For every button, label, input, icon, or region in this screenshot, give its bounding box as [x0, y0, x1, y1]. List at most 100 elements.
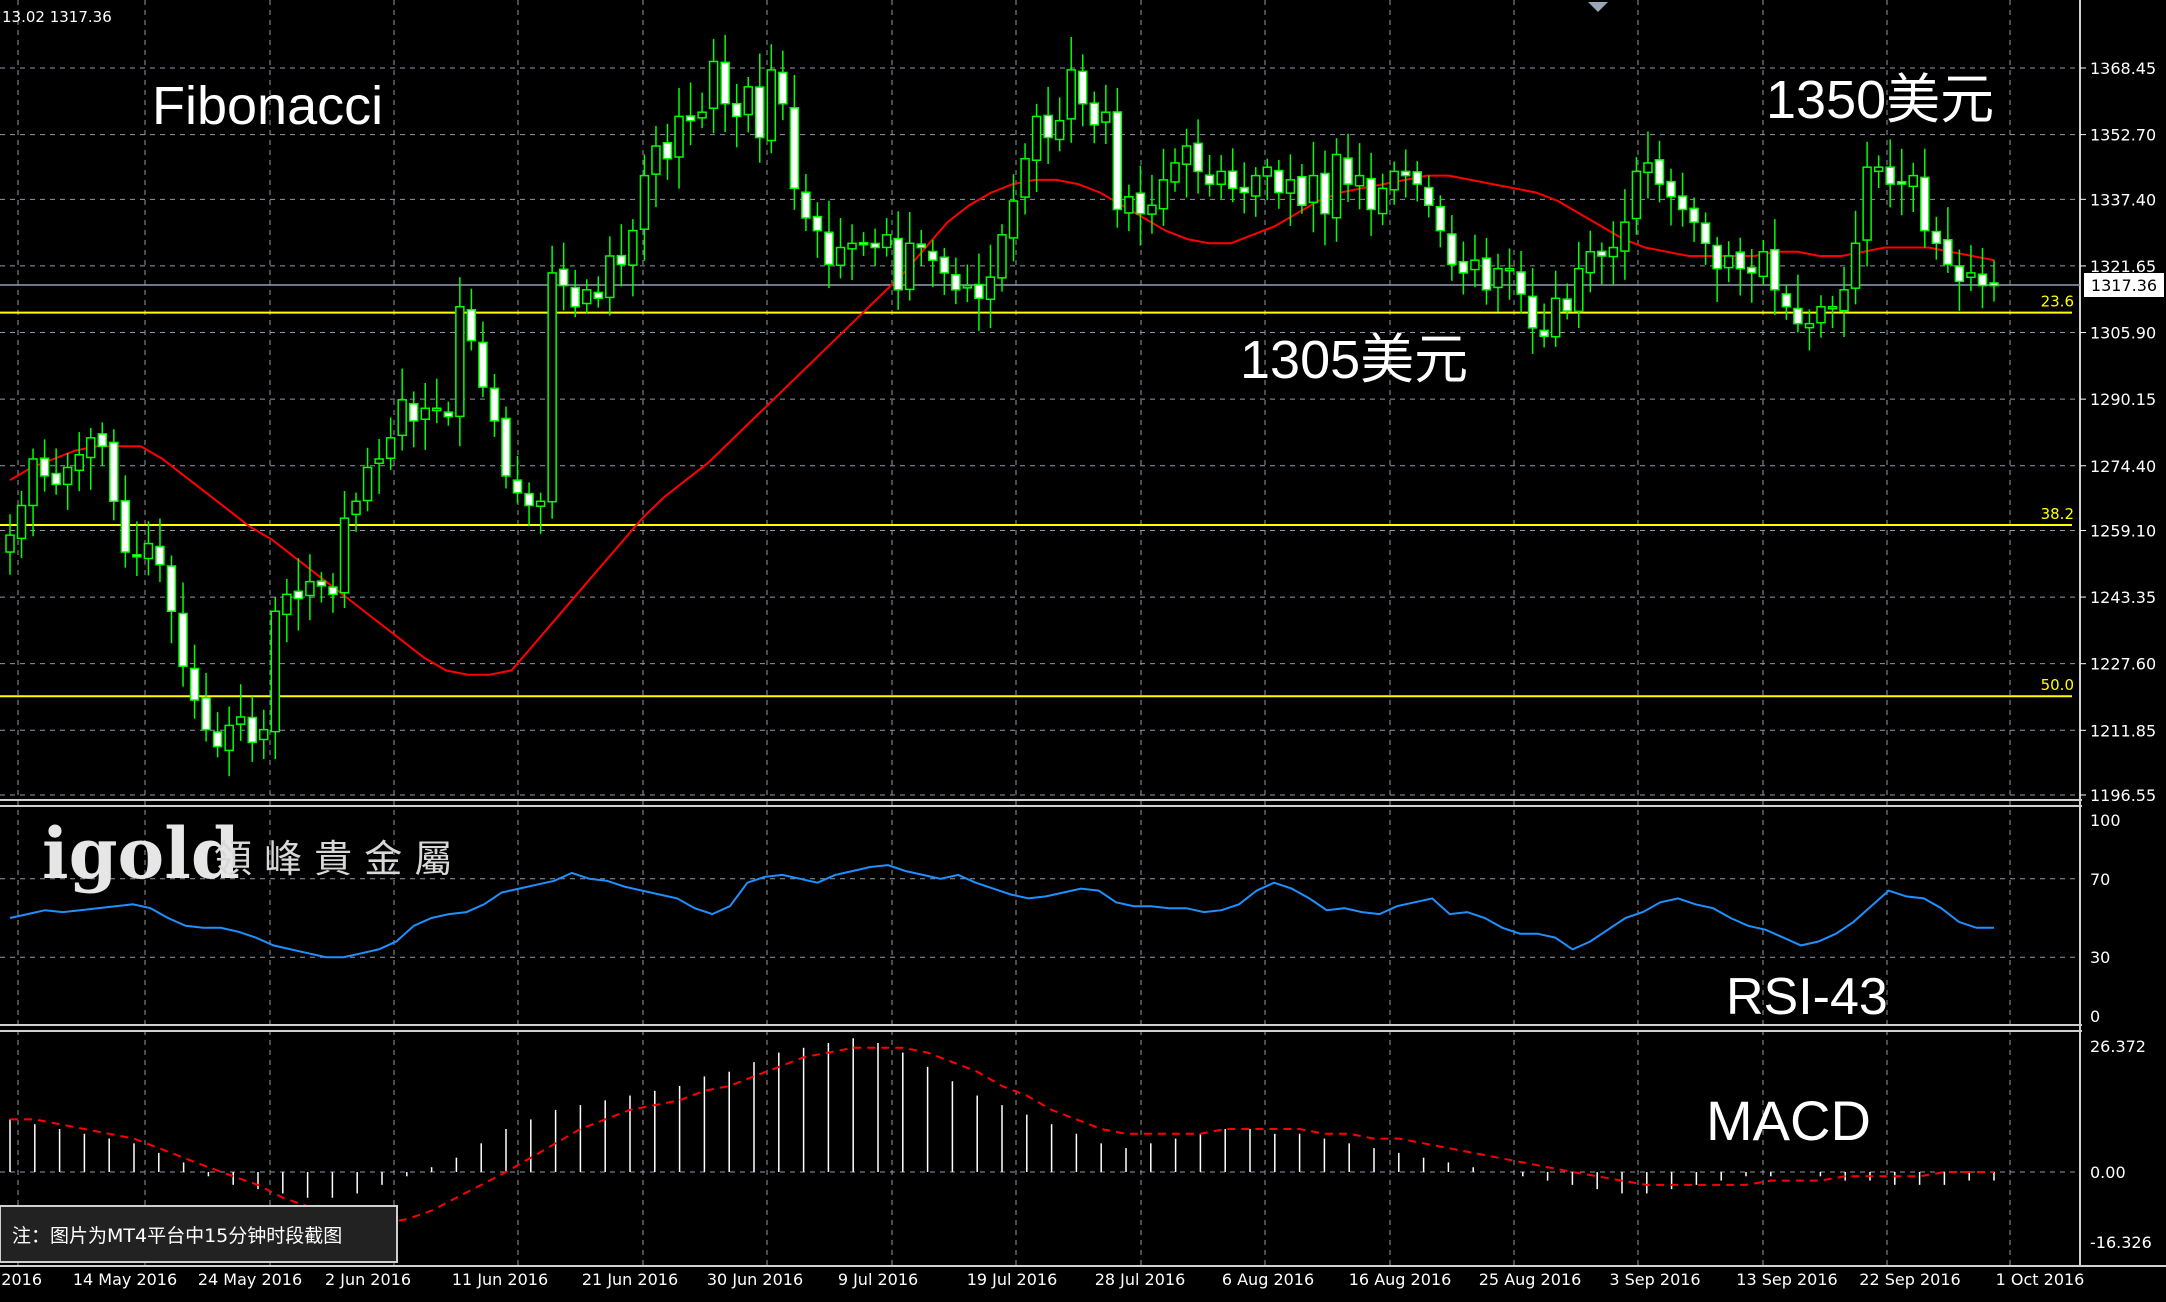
candle-body	[847, 242, 857, 250]
candle-body	[1343, 157, 1353, 185]
candle-body	[1043, 114, 1053, 139]
rsi-tick-label: 100	[2090, 811, 2121, 830]
candle-body	[1516, 271, 1526, 295]
candle-body	[1700, 222, 1711, 245]
candle-body	[1101, 111, 1111, 123]
candle-body	[420, 407, 431, 421]
candle-body	[1850, 242, 1861, 289]
candle-body	[1089, 102, 1100, 126]
candle-body	[755, 86, 765, 139]
candle-body	[512, 479, 523, 494]
candle-body	[1262, 166, 1273, 177]
candle-body	[282, 593, 292, 616]
candle-body	[51, 472, 61, 486]
candle-body	[628, 229, 638, 266]
candle-body	[939, 256, 950, 274]
candle-body	[605, 255, 615, 299]
macd-annotation: MACD	[1706, 1089, 1871, 1152]
candle-body	[581, 289, 592, 305]
candle-body	[1677, 195, 1688, 211]
candle-body	[143, 542, 154, 560]
candle-body	[1400, 170, 1411, 177]
candle-body	[328, 586, 338, 596]
candle-body	[916, 243, 927, 249]
candle-body	[212, 731, 223, 748]
candle-body	[155, 545, 165, 566]
candle-body	[651, 145, 661, 175]
candle-body	[1297, 175, 1307, 206]
candle-body	[270, 610, 281, 733]
mt4-chart[interactable]: 23.638.250.0 1368.451352.701337.401321.6…	[0, 0, 2166, 1302]
brand-name: 領 峰 貴 金 屬	[214, 837, 452, 881]
fib-level-label: 38.2	[2041, 505, 2074, 523]
candle-body	[789, 107, 800, 190]
macd-tick-label: 0.00	[2090, 1163, 2126, 1182]
candle-body	[997, 234, 1007, 279]
candle-body	[397, 399, 407, 437]
time-tick-label: 13 Sep 2016	[1736, 1270, 1837, 1289]
price-tick-label: 1368.45	[2090, 59, 2156, 78]
candle-body	[408, 403, 419, 422]
candle-body	[1966, 272, 1976, 279]
candle-body	[1481, 257, 1492, 291]
candle-body	[524, 492, 534, 507]
candle-body	[1470, 259, 1480, 271]
candle-body	[247, 716, 257, 744]
candle-body	[466, 308, 477, 342]
candle-body	[1216, 170, 1226, 185]
candle-body	[1654, 159, 1665, 185]
candle-body	[1770, 248, 1780, 291]
candle-body	[1977, 273, 1988, 287]
time-tick-label: 14 May 2016	[73, 1270, 177, 1289]
candle-body	[708, 60, 719, 109]
candle-body	[1135, 192, 1146, 215]
candle-body	[39, 457, 50, 477]
candle-body	[1447, 233, 1457, 266]
candle-body	[385, 437, 396, 459]
candle-body	[1920, 176, 1930, 232]
time-tick-label: 24 May 2016	[198, 1270, 302, 1289]
time-tick-label: 3 Sep 2016	[1609, 1270, 1700, 1289]
candle-body	[1885, 166, 1895, 185]
candle-body	[547, 272, 557, 503]
time-tick-label: 1 Oct 2016	[1996, 1270, 2085, 1289]
candle-body	[374, 458, 384, 465]
candle-body	[5, 534, 15, 553]
candle-body	[1354, 174, 1365, 187]
candle-body	[570, 286, 580, 308]
candle-body	[893, 237, 903, 291]
candle-body	[1227, 170, 1238, 190]
candle-body	[778, 71, 788, 105]
candle-body	[1539, 329, 1549, 338]
price-tick-label: 1243.35	[2090, 588, 2156, 607]
time-tick-label: 28 Jul 2016	[1095, 1270, 1186, 1289]
candle-body	[1008, 200, 1019, 239]
candle-body	[858, 241, 869, 246]
candle-body	[1954, 265, 1965, 283]
fib-level-label: 50.0	[2041, 676, 2074, 694]
candle-body	[1020, 157, 1030, 198]
candle-body	[1308, 174, 1319, 204]
note-box: 注：图片为MT4平台中15分钟时段截图	[0, 1205, 398, 1263]
candle-body	[881, 234, 892, 249]
candle-body	[731, 102, 742, 118]
candle-body	[1862, 166, 1872, 241]
rsi-tick-label: 0	[2090, 1007, 2100, 1026]
candle-body	[1873, 166, 1884, 173]
candle-body	[16, 504, 27, 540]
macd-tick-label: 26.372	[2090, 1037, 2146, 1056]
candle-body	[697, 111, 707, 119]
candle-body	[1458, 261, 1469, 274]
candle-body	[812, 215, 823, 232]
time-tick-label: 11 Jun 2016	[452, 1270, 548, 1289]
time-tick-label: 25 Aug 2016	[1479, 1270, 1582, 1289]
candle-body	[835, 246, 846, 267]
candle-body	[662, 142, 673, 160]
candle-body	[1493, 267, 1503, 289]
candle-body	[455, 305, 465, 418]
candle-body	[432, 407, 442, 412]
candle-body	[28, 458, 38, 507]
candle-body	[224, 724, 234, 752]
candle-body	[489, 387, 500, 422]
candle-body	[962, 284, 973, 289]
